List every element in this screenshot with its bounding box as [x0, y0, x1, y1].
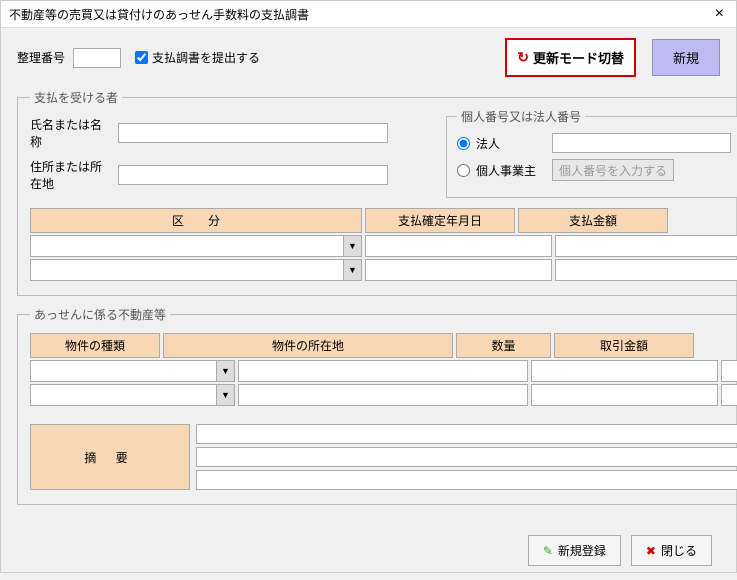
- property-legend: あっせんに係る不動産等: [30, 306, 170, 323]
- summary-line3[interactable]: [196, 470, 737, 490]
- close-circle-icon: ✖: [646, 544, 656, 558]
- corp-radio[interactable]: [457, 137, 470, 150]
- submit-checkbox[interactable]: [135, 51, 148, 64]
- col-amount: 支払金額: [518, 208, 668, 233]
- indiv-radio[interactable]: [457, 164, 470, 177]
- name-input[interactable]: [118, 123, 388, 143]
- col-deal: 取引金額: [554, 333, 694, 358]
- paydate-input[interactable]: [366, 260, 551, 280]
- chevron-down-icon[interactable]: ▼: [343, 236, 361, 256]
- corp-number-input[interactable]: [552, 133, 731, 153]
- deal-input[interactable]: [722, 385, 737, 405]
- submit-checkbox-label: 支払調書を提出する: [152, 49, 260, 66]
- ref-number-label: 整理番号: [17, 49, 65, 66]
- corp-label: 法人: [476, 135, 546, 152]
- window-title: 不動産等の売買又は貸付けのあっせん手数料の支払調書: [9, 6, 309, 23]
- indiv-label: 個人事業主: [476, 162, 546, 179]
- name-label: 氏名または名称: [30, 116, 110, 150]
- pay-row: ▼: [30, 259, 737, 281]
- type-input[interactable]: [31, 385, 216, 405]
- pencil-icon: ✎: [543, 544, 553, 558]
- col-type: 物件の種類: [30, 333, 160, 358]
- type-input[interactable]: [31, 361, 216, 381]
- addr-label: 住所または所在地: [30, 158, 110, 192]
- update-mode-button[interactable]: ↻ 更新モード切替: [505, 38, 636, 77]
- register-button[interactable]: ✎ 新規登録: [528, 535, 621, 566]
- close-button[interactable]: ✖ 閉じる: [631, 535, 712, 566]
- input-personal-number-button[interactable]: 個人番号を入力する: [552, 159, 674, 181]
- kubun-input[interactable]: [31, 260, 343, 280]
- paydate-input[interactable]: [366, 236, 551, 256]
- payee-fieldset: 支払を受ける者 氏名または名称 住所または所在地 個人番号又は法人番号 法人: [17, 89, 737, 296]
- close-icon[interactable]: ×: [711, 5, 728, 23]
- property-row: ▼: [30, 384, 737, 406]
- chevron-down-icon[interactable]: ▼: [343, 260, 361, 280]
- col-date: 支払確定年月日: [365, 208, 515, 233]
- chevron-down-icon[interactable]: ▼: [216, 361, 234, 381]
- location-input[interactable]: [239, 361, 527, 381]
- deal-input[interactable]: [722, 361, 737, 381]
- qty-input[interactable]: [532, 361, 717, 381]
- location-input[interactable]: [239, 385, 527, 405]
- number-fieldset: 個人番号又は法人番号 法人 個人事業主 個人番号を入力する: [446, 108, 737, 198]
- ref-number-input[interactable]: [73, 48, 121, 68]
- summary-line2[interactable]: [196, 447, 737, 467]
- pay-row: ▼: [30, 235, 737, 257]
- qty-input[interactable]: [532, 385, 717, 405]
- property-row: ▼: [30, 360, 737, 382]
- kubun-input[interactable]: [31, 236, 343, 256]
- summary-line1[interactable]: [196, 424, 737, 444]
- refresh-icon: ↻: [517, 49, 529, 66]
- property-fieldset: あっせんに係る不動産等 物件の種類 物件の所在地 数量 取引金額 ▼ ▼ 摘 要: [17, 306, 737, 505]
- summary-label: 摘 要: [30, 424, 190, 490]
- new-button[interactable]: 新規: [652, 39, 720, 76]
- col-location: 物件の所在地: [163, 333, 453, 358]
- col-kubun: 区 分: [30, 208, 362, 233]
- addr-input[interactable]: [118, 165, 388, 185]
- titlebar: 不動産等の売買又は貸付けのあっせん手数料の支払調書 ×: [1, 1, 736, 28]
- col-qty: 数量: [456, 333, 551, 358]
- chevron-down-icon[interactable]: ▼: [216, 385, 234, 405]
- number-legend: 個人番号又は法人番号: [457, 108, 585, 125]
- payamount-input[interactable]: [556, 236, 737, 256]
- submit-checkbox-row[interactable]: 支払調書を提出する: [135, 49, 260, 66]
- payamount-input[interactable]: [556, 260, 737, 280]
- payee-legend: 支払を受ける者: [30, 89, 122, 106]
